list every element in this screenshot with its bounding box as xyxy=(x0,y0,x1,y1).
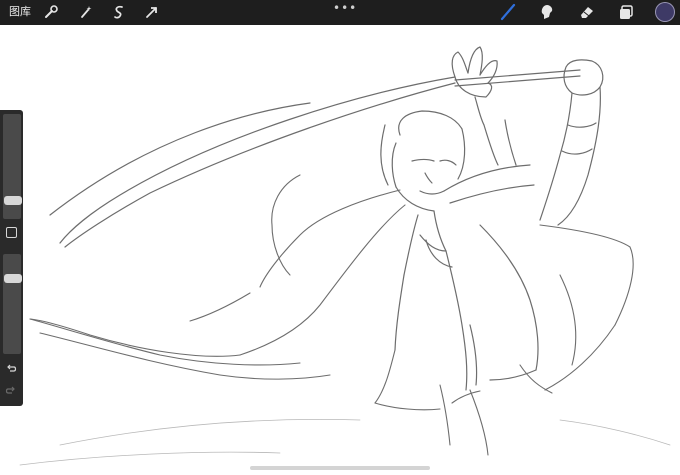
layers-icon[interactable] xyxy=(617,3,635,21)
transform-arrow-icon[interactable] xyxy=(143,3,161,21)
cape-sketch xyxy=(29,174,406,380)
construction-lines xyxy=(19,419,671,466)
color-swatch[interactable] xyxy=(656,3,674,21)
eraser-icon[interactable] xyxy=(578,3,596,21)
modify-button[interactable] xyxy=(6,227,17,238)
sword-sketch xyxy=(49,69,581,248)
magic-wand-icon[interactable] xyxy=(77,3,95,21)
forearm-sketch xyxy=(443,119,535,204)
brush-icon[interactable] xyxy=(499,3,517,21)
selection-icon[interactable] xyxy=(110,3,128,21)
brush-size-slider[interactable] xyxy=(3,114,22,219)
opacity-thumb[interactable] xyxy=(4,274,22,283)
top-toolbar: 图库 ••• xyxy=(0,0,680,25)
brush-size-thumb[interactable] xyxy=(4,196,22,205)
undo-icon[interactable] xyxy=(5,362,17,374)
drawing-canvas[interactable] xyxy=(0,25,680,475)
torso-sketch xyxy=(394,210,539,391)
hand-sketch xyxy=(451,46,498,126)
gallery-button[interactable]: 图库 xyxy=(9,5,31,19)
head-sketch xyxy=(380,110,466,212)
redo-icon[interactable] xyxy=(5,384,17,396)
arm-sketch xyxy=(539,59,604,226)
legs-sketch xyxy=(374,349,489,456)
opacity-slider[interactable] xyxy=(3,254,22,354)
left-sidebar xyxy=(0,110,23,406)
drag-handle[interactable]: ••• xyxy=(333,2,357,14)
home-indicator xyxy=(250,466,430,470)
wrench-icon[interactable] xyxy=(42,3,60,21)
smudge-icon[interactable] xyxy=(538,3,556,21)
